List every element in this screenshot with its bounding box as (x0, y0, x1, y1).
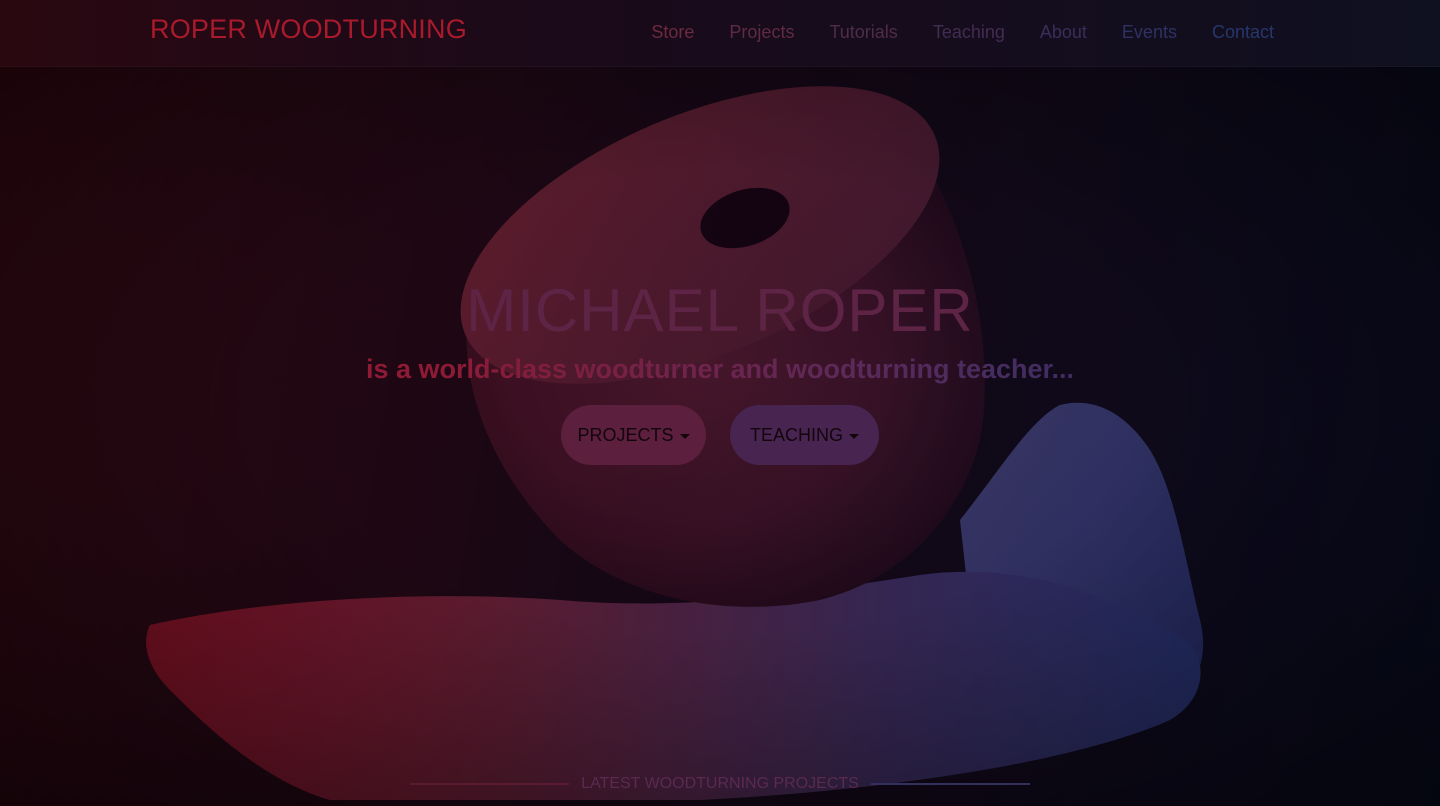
caret-down-icon (679, 433, 690, 439)
caret-down-icon (849, 433, 860, 439)
section-heading-label: LATEST WOODTURNING PROJECTS (581, 775, 859, 792)
projects-dropdown-button[interactable]: PROJECTS (561, 405, 706, 465)
divider-line-right (870, 783, 1030, 785)
nav-item-tutorials: Tutorials (829, 22, 897, 43)
projects-button-label: PROJECTS (577, 424, 674, 445)
nav-item-store: Store (651, 22, 694, 43)
divider-line-left (410, 783, 570, 785)
latest-projects-heading: LATEST WOODTURNING PROJECTS (410, 775, 1030, 793)
nav-item-teaching: Teaching (933, 22, 1005, 43)
hero-button-group: PROJECTS TEACHING (0, 405, 1440, 465)
nav-item-contact: Contact (1212, 22, 1274, 43)
hero-background-image (0, 0, 1440, 806)
top-navbar: ROPER WOODTURNING Store Projects Tutoria… (0, 0, 1440, 67)
nav-link-store[interactable]: Store (651, 22, 694, 42)
hero-subtitle: is a world-class woodturner and woodturn… (0, 354, 1440, 385)
nav-link-teaching[interactable]: Teaching (933, 22, 1005, 42)
nav-item-about: About (1040, 22, 1087, 43)
page: ROPER WOODTURNING Store Projects Tutoria… (0, 0, 1440, 806)
hero-title: MICHAEL ROPER (466, 277, 974, 344)
main-nav: Store Projects Tutorials Teaching About … (616, 22, 1274, 43)
nav-link-projects[interactable]: Projects (729, 22, 794, 42)
nav-item-projects: Projects (729, 22, 794, 43)
teaching-dropdown-button[interactable]: TEACHING (730, 405, 879, 465)
nav-link-contact[interactable]: Contact (1212, 22, 1274, 42)
nav-link-tutorials[interactable]: Tutorials (829, 22, 897, 42)
nav-link-events[interactable]: Events (1122, 22, 1177, 42)
nav-item-events: Events (1122, 22, 1177, 43)
teaching-button-label: TEACHING (750, 424, 844, 445)
nav-link-about[interactable]: About (1040, 22, 1087, 42)
brand-logo-link[interactable]: ROPER WOODTURNING (150, 14, 467, 45)
